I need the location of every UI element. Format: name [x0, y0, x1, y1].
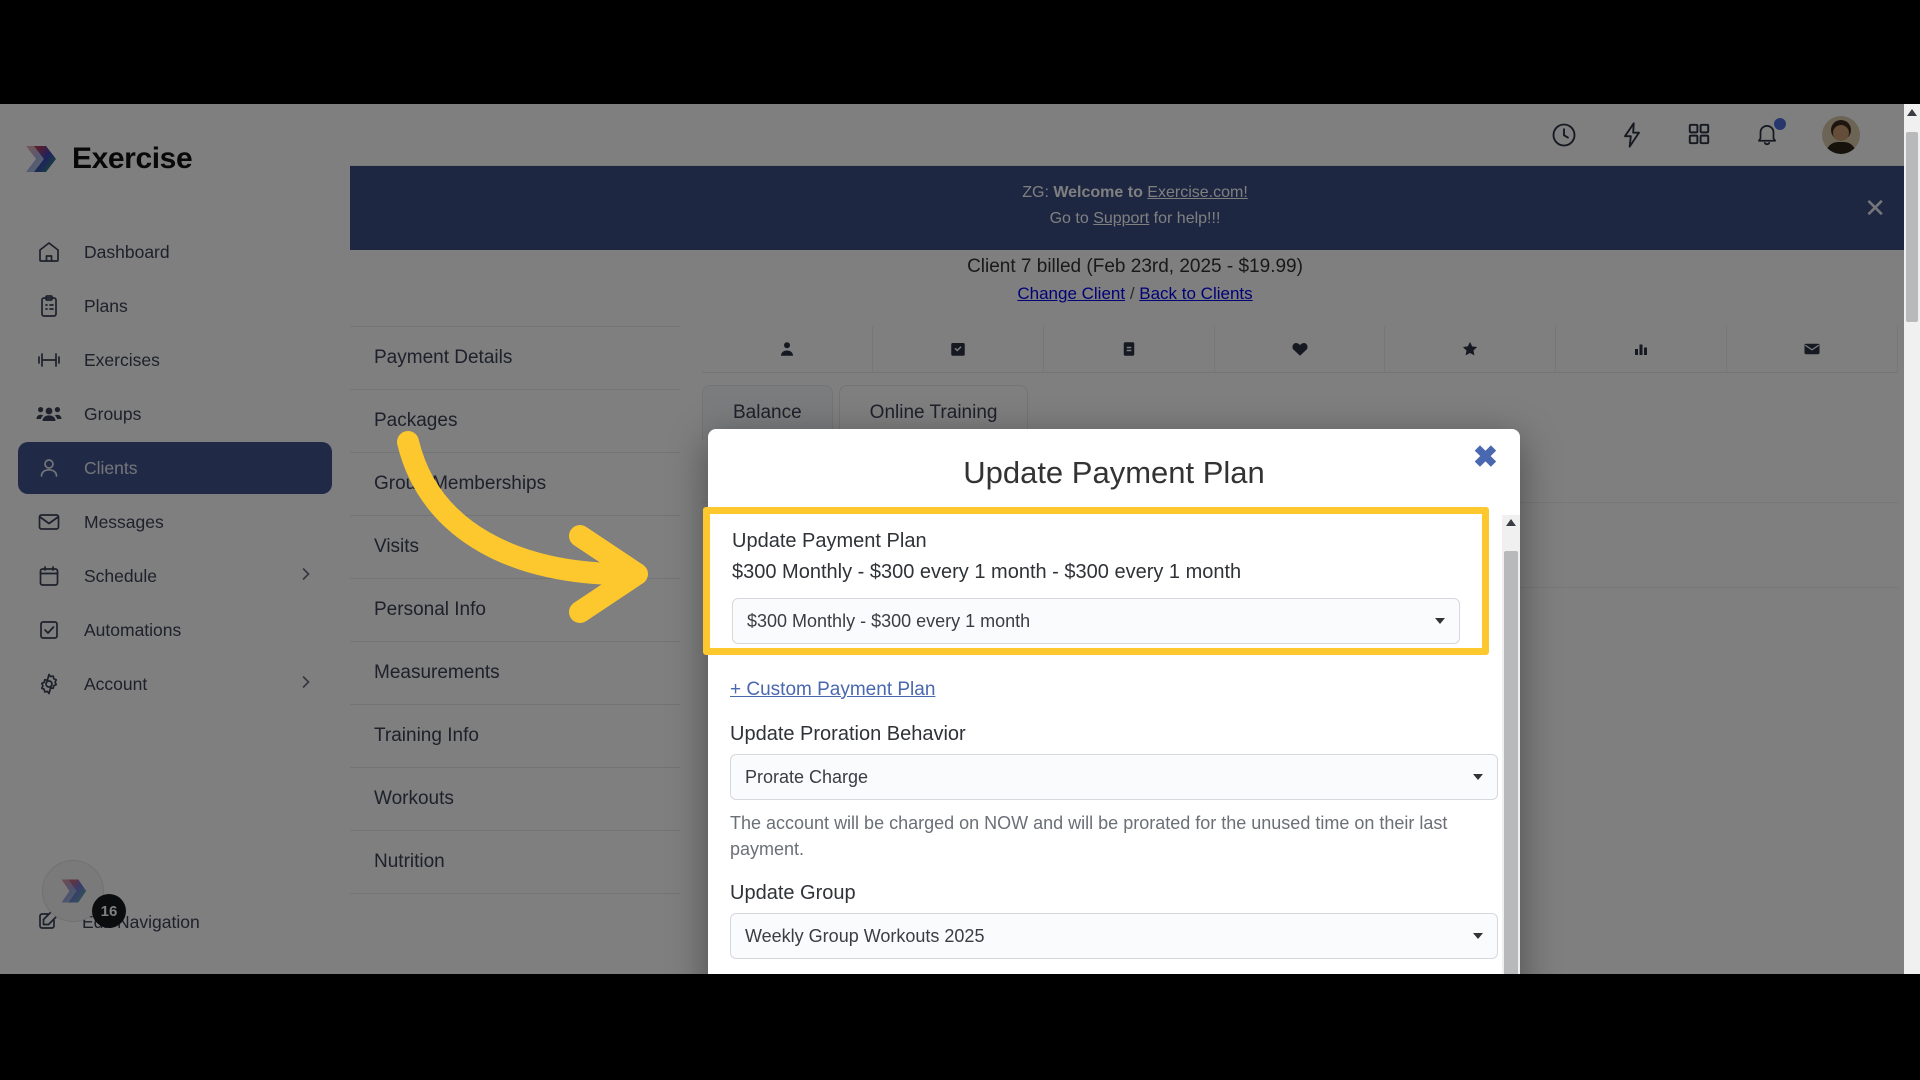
modal-title: Update Payment Plan	[708, 429, 1520, 511]
browser-viewport: Exercise Dashboard Plans	[0, 104, 1920, 974]
group-field: Update Group Weekly Group Workouts 2025	[730, 882, 1498, 959]
plan-summary: $300 Monthly - $300 every 1 month - $300…	[732, 561, 1460, 584]
highlight-box: Update Payment Plan $300 Monthly - $300 …	[703, 507, 1489, 655]
payment-plan-select[interactable]: $300 Monthly - $300 every 1 month	[732, 598, 1460, 644]
proration-value: Prorate Charge	[745, 767, 868, 788]
chevron-down-icon	[1435, 618, 1445, 624]
group-select[interactable]: Weekly Group Workouts 2025	[730, 913, 1498, 959]
group-label: Update Group	[730, 882, 1498, 905]
plan-section-label: Update Payment Plan	[732, 530, 1460, 553]
modal-scroll-thumb[interactable]	[1504, 551, 1518, 974]
close-icon[interactable]: ✖	[1473, 443, 1498, 473]
chevron-down-icon	[1473, 774, 1483, 780]
payment-plan-value: $300 Monthly - $300 every 1 month	[747, 611, 1030, 632]
page-scrollbar[interactable]	[1904, 104, 1920, 974]
scroll-up-arrow-icon[interactable]	[1907, 109, 1917, 116]
proration-label: Update Proration Behavior	[730, 723, 1498, 746]
proration-select[interactable]: Prorate Charge	[730, 754, 1498, 800]
custom-payment-plan-link[interactable]: + Custom Payment Plan	[730, 679, 935, 701]
chevron-down-icon	[1473, 933, 1483, 939]
scroll-up-arrow-icon[interactable]	[1506, 519, 1516, 526]
screen-root: Exercise Dashboard Plans	[0, 0, 1920, 1080]
modal-scrollbar[interactable]	[1502, 515, 1520, 974]
page-scroll-thumb[interactable]	[1906, 132, 1918, 322]
group-value: Weekly Group Workouts 2025	[745, 926, 984, 947]
proration-field: Update Proration Behavior Prorate Charge…	[730, 723, 1498, 862]
proration-help-text: The account will be charged on NOW and w…	[730, 810, 1498, 862]
